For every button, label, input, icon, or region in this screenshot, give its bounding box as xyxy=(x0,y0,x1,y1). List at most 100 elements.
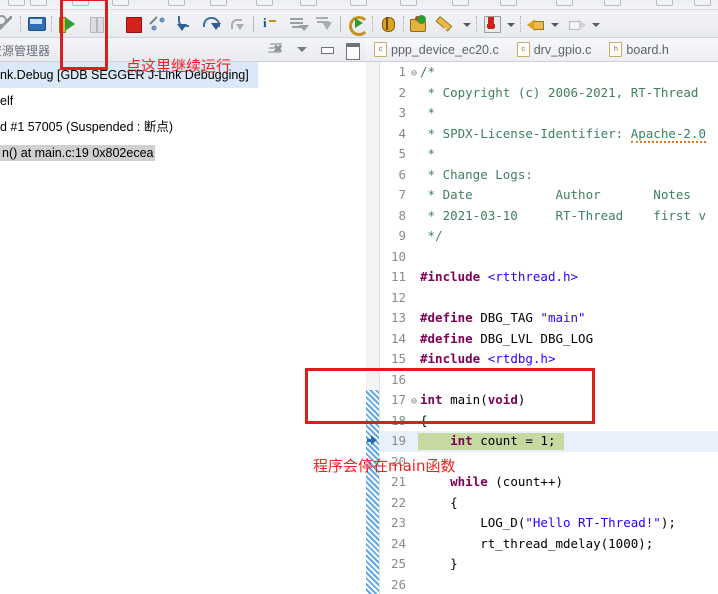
fold-toggle-icon[interactable]: ⊖ xyxy=(408,64,420,85)
code-line[interactable]: 22 { xyxy=(379,493,718,514)
code-token: * Copyright (c) 2006-2021, RT-Thread xyxy=(420,84,706,100)
code-line[interactable]: 15 #include <rtdbg.h> xyxy=(379,349,718,370)
source-code[interactable]: 1 ⊖/* 2 * Copyright (c) 2006-2021, RT-Thre… xyxy=(379,62,718,594)
code-line[interactable]: 26 xyxy=(379,575,718,594)
editor-body[interactable]: 1 ⊖/* 2 * Copyright (c) 2006-2021, RT-Thre… xyxy=(366,62,718,594)
code-line[interactable]: 7 * Date Author Notes xyxy=(379,185,718,206)
code-token: #define xyxy=(420,310,473,325)
maximize-icon[interactable] xyxy=(344,41,360,60)
toolbar-ghost-icon xyxy=(556,0,573,6)
list-item[interactable]: d #1 57005 (Suspended : 断点) xyxy=(0,114,366,140)
code-line[interactable]: 1 ⊖/* xyxy=(379,62,718,83)
code-text: { xyxy=(420,493,458,514)
code-line[interactable]: 6 * Change Logs: xyxy=(379,165,718,186)
chevron-down-icon[interactable] xyxy=(504,13,517,35)
chevron-down-icon[interactable] xyxy=(460,13,473,35)
toolbar-ghost-icon xyxy=(656,0,673,6)
line-number: 4 xyxy=(398,125,406,141)
code-token: rt_thread_mdelay(1000); xyxy=(420,535,654,551)
line-number: 24 xyxy=(390,535,406,551)
resume-icon[interactable] xyxy=(56,13,78,35)
drop-to-frame-icon[interactable] xyxy=(287,13,309,35)
save-download-icon[interactable] xyxy=(481,13,503,35)
code-token: "main" xyxy=(540,310,586,325)
code-token: while xyxy=(450,474,488,489)
code-line[interactable]: 17 ⊖ int main(void) xyxy=(379,390,718,411)
line-number: 25 xyxy=(390,556,406,571)
step-filters-icon[interactable] xyxy=(313,13,335,35)
toolbar-separator xyxy=(473,13,480,35)
code-token: #include xyxy=(420,269,481,284)
step-over-icon[interactable] xyxy=(200,13,222,35)
list-item[interactable]: elf xyxy=(0,88,366,114)
code-line[interactable]: 5 * xyxy=(379,144,718,165)
chevron-down-icon[interactable] xyxy=(548,13,561,35)
editor-tab-ppp-device-ec20-c[interactable]: c ppp_device_ec20.c xyxy=(366,38,509,62)
code-token: count = 1; xyxy=(472,433,556,448)
toolbar-separator xyxy=(48,13,55,35)
toolbar-button-row xyxy=(0,10,718,37)
chevron-down-icon[interactable] xyxy=(589,13,602,35)
code-line[interactable]: 13 #define DBG_TAG "main" xyxy=(379,308,718,329)
code-line[interactable]: 11 #include <rtthread.h> xyxy=(379,267,718,288)
fold-toggle-icon[interactable]: ⊖ xyxy=(408,392,420,413)
step-return-icon[interactable] xyxy=(226,13,248,35)
c-file-icon: c xyxy=(516,42,530,57)
code-token: * Change Logs: xyxy=(420,166,533,182)
code-line[interactable]: 24 rt_thread_mdelay(1000); xyxy=(379,534,718,555)
code-token: int xyxy=(420,392,443,407)
debug-view-tab-label[interactable]: 目资源管理器 xyxy=(0,42,50,59)
code-line[interactable]: 4 * SPDX-License-Identifier: Apache-2.0 xyxy=(379,124,718,145)
code-line[interactable]: 18 { xyxy=(379,411,718,432)
remove-all-icon[interactable] xyxy=(269,41,285,57)
run-icon[interactable] xyxy=(408,13,430,35)
code-line[interactable]: 10 xyxy=(379,247,718,268)
stop-icon[interactable] xyxy=(122,13,144,35)
console-icon[interactable] xyxy=(25,13,47,35)
line-number: 17 xyxy=(390,392,406,407)
code-text: } xyxy=(420,554,458,575)
restart-icon[interactable] xyxy=(346,13,369,36)
code-line[interactable]: 8 * 2021-03-10 RT-Thread first v xyxy=(379,206,718,227)
disconnect-icon[interactable] xyxy=(148,13,170,35)
pen-icon[interactable] xyxy=(437,13,459,35)
code-token: * SPDX-License-Identifier: xyxy=(420,125,631,141)
minimize-icon[interactable] xyxy=(319,41,335,57)
hammer-icon[interactable] xyxy=(0,13,16,35)
line-number: 26 xyxy=(390,576,406,592)
line-number: 19 xyxy=(390,433,406,448)
code-line[interactable]: 23 LOG_D("Hello RT-Thread!"); xyxy=(379,513,718,534)
bug-icon[interactable] xyxy=(377,13,399,35)
code-token: Apache-2.0 xyxy=(630,125,706,143)
debug-view-panel: 目资源管理器 nk.Debug [GDB SEGGER J-Link Debug… xyxy=(0,38,366,594)
editor-tab-drv-gpio-c[interactable]: c drv_gpio.c xyxy=(509,38,602,62)
code-line[interactable]: 9 */ xyxy=(379,226,718,247)
step-into-icon[interactable] xyxy=(174,13,196,35)
toolbar-ghost-icon xyxy=(256,0,273,6)
toolbar-overflow-row xyxy=(0,0,718,10)
editor-tab-label: board.h xyxy=(626,42,669,57)
chevron-down-icon[interactable] xyxy=(294,41,310,57)
list-item[interactable]: n() at main.c:19 0x802ecea xyxy=(0,140,366,166)
app-window: 目资源管理器 nk.Debug [GDB SEGGER J-Link Debug… xyxy=(0,0,718,594)
code-line[interactable]: 3 * xyxy=(379,103,718,124)
toolbar-ghost-icon xyxy=(30,0,47,6)
code-line[interactable]: 25 } xyxy=(379,554,718,575)
code-line[interactable]: 2 * Copyright (c) 2006-2021, RT-Thread xyxy=(379,83,718,104)
code-line[interactable]: 16 xyxy=(379,370,718,391)
instruction-step-icon[interactable] xyxy=(259,13,281,35)
debug-view-controls xyxy=(269,41,360,60)
editor-tab-board-h[interactable]: h board.h xyxy=(601,38,678,62)
code-line[interactable]: 12 xyxy=(379,288,718,309)
forward-arrow-icon[interactable] xyxy=(566,13,588,35)
line-number: 15 xyxy=(390,351,406,366)
code-text: int main(void) xyxy=(420,390,525,411)
back-arrow-icon[interactable] xyxy=(525,13,547,35)
suspend-icon[interactable] xyxy=(86,13,108,35)
code-token: { xyxy=(420,494,458,510)
code-line[interactable]: 14 #define DBG_LVL DBG_LOG xyxy=(379,329,718,350)
code-token: DBG_TAG xyxy=(472,310,541,325)
code-line[interactable]: 19 int count = 1; xyxy=(379,431,718,452)
